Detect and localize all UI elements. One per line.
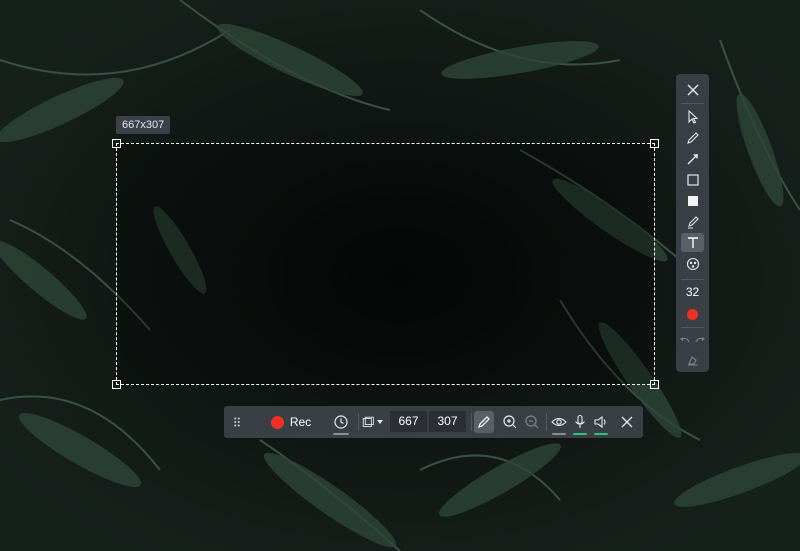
bar-divider <box>471 413 472 431</box>
record-button[interactable]: Rec <box>266 406 316 438</box>
pen-icon[interactable] <box>681 128 704 147</box>
text-icon[interactable] <box>681 233 704 252</box>
timer-icon <box>334 415 348 429</box>
capture-selection-area[interactable] <box>112 139 659 389</box>
microphone-toggle[interactable] <box>570 406 590 438</box>
arrow-icon[interactable] <box>681 149 704 168</box>
record-dot-icon <box>270 415 284 429</box>
zoom-out-button[interactable] <box>522 406 542 438</box>
selection-size-label: 667x307 <box>116 116 171 134</box>
width-field[interactable]: 667 <box>390 411 427 432</box>
recording-toolbar: Rec 667 307 <box>224 406 643 438</box>
preview-indicator <box>552 433 566 435</box>
capture-area-icon <box>362 416 374 427</box>
line-width-value[interactable]: 32 <box>676 285 709 299</box>
speaker-icon <box>594 415 606 429</box>
close-recorder-button[interactable] <box>617 406 637 438</box>
chevron-down-icon <box>377 420 383 424</box>
record-button-label: Rec <box>289 415 312 429</box>
eye-icon <box>551 417 567 427</box>
zoom-in-button[interactable] <box>500 406 520 438</box>
preview-toggle[interactable] <box>549 406 569 438</box>
close-icon[interactable] <box>681 80 704 99</box>
resize-handle-bottom-left[interactable] <box>112 380 121 389</box>
timer-button[interactable] <box>330 406 352 438</box>
toolbar-divider <box>681 103 704 104</box>
drag-handle-icon[interactable] <box>230 406 244 438</box>
height-field[interactable]: 307 <box>429 411 466 432</box>
undo-icon[interactable] <box>678 331 692 350</box>
blur-icon[interactable] <box>681 254 704 273</box>
microphone-icon <box>575 414 585 428</box>
color-picker-swatch[interactable] <box>687 309 698 320</box>
close-icon <box>621 416 633 428</box>
rectangle-outline-icon[interactable] <box>681 170 704 189</box>
speaker-indicator <box>594 433 608 435</box>
annotation-toolbar: 32 <box>676 74 709 372</box>
marker-icon[interactable] <box>681 212 704 231</box>
toolbar-divider <box>681 327 704 328</box>
bar-divider <box>358 413 359 431</box>
zoom-out-icon <box>525 415 539 429</box>
resize-handle-top-left[interactable] <box>112 139 121 148</box>
pen-icon <box>478 416 490 428</box>
timer-indicator <box>333 433 349 435</box>
resize-handle-top-right[interactable] <box>650 139 659 148</box>
rectangle-filled-icon[interactable] <box>681 191 704 210</box>
resize-handle-bottom-right[interactable] <box>650 380 659 389</box>
bar-divider <box>546 413 547 431</box>
redo-icon[interactable] <box>693 331 707 350</box>
draw-button[interactable] <box>474 411 494 433</box>
eraser-icon[interactable] <box>681 350 704 369</box>
zoom-in-icon <box>503 415 517 429</box>
speaker-toggle[interactable] <box>591 406 611 438</box>
capture-area-dropdown[interactable] <box>360 406 386 438</box>
microphone-indicator <box>573 433 587 435</box>
cursor-icon[interactable] <box>681 107 704 126</box>
toolbar-divider <box>681 279 704 280</box>
